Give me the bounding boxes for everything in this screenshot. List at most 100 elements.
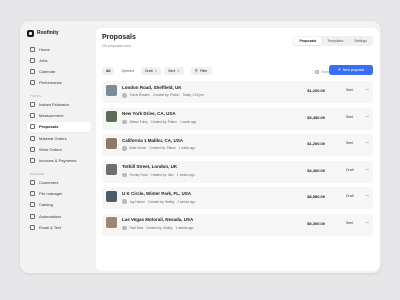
owner-name: Paul Diaz <box>129 226 144 231</box>
proposal-meta: Paul Diaz Created by: Brattly 1 weeks ago <box>122 225 193 231</box>
sidebar-item-home[interactable]: Home <box>27 44 91 54</box>
proposal-price: $4,400.00 <box>307 167 325 173</box>
proposal-row[interactable]: California 1 Malibu, CA, USA Briar House… <box>102 134 373 157</box>
close-icon[interactable]: ✕ <box>155 67 158 75</box>
home-icon <box>30 46 35 52</box>
more-options-icon[interactable]: ··· <box>366 220 370 226</box>
sidebar-item-label: File manager <box>39 191 63 197</box>
tab-templates[interactable]: Templates <box>322 37 348 45</box>
search-icon <box>315 70 319 74</box>
filter-chip-draft[interactable]: Draft ✕ <box>140 67 162 75</box>
sidebar-item-label: Instant Estimator <box>39 102 70 108</box>
sidebar: Roofinity Home Jobs Calendar Performance… <box>20 21 95 273</box>
timestamp: Today, 1:00 pm <box>182 93 204 98</box>
sidebar-item-work-orders[interactable]: Work Orders <box>27 144 91 154</box>
sidebar-item-file-manager[interactable]: File manager <box>27 189 91 199</box>
more-options-icon[interactable]: ··· <box>366 114 370 120</box>
sidebar-item-calendar[interactable]: Calendar <box>27 66 91 76</box>
proposal-address: California 1 Malibu, CA, USA <box>122 137 184 143</box>
proposal-meta: Allison Foley Created by: Platon 1 week ag… <box>122 119 196 125</box>
status-badge: Sent <box>346 141 354 146</box>
filter-chip-opened[interactable]: Opened <box>117 67 137 75</box>
property-thumbnail <box>106 111 117 123</box>
sidebar-item-material-orders[interactable]: Material Orders <box>27 133 91 143</box>
sidebar-item-label: Automations <box>39 213 62 219</box>
filter-bar: All Opened Draft ✕ Sent ✕ ⚲ Filter <box>102 66 212 76</box>
clipboard-icon <box>30 146 35 152</box>
timestamp: 1 week ago <box>178 146 196 151</box>
page-subtitle: 2/5 proposals sent <box>102 44 131 48</box>
proposal-address: London Road, Sheffield, UK <box>122 84 182 90</box>
automation-icon <box>30 213 35 219</box>
proposal-row[interactable]: Las Vegas Motorail, Nevada, USA Paul Dia… <box>102 213 373 236</box>
brand[interactable]: Roofinity <box>27 28 95 38</box>
proposal-address: U K Circle, Winter Park, FL, USA <box>122 190 191 196</box>
more-options-icon[interactable]: ··· <box>366 87 370 93</box>
sidebar-item-label: Proposals <box>39 124 59 130</box>
filter-label: Filter <box>199 69 208 73</box>
proposal-row[interactable]: U K Circle, Winter Park, FL, USA Jay Hor… <box>102 187 373 210</box>
sidebar-item-label: Catalog <box>39 202 53 208</box>
tab-proposals[interactable]: Proposals <box>294 37 322 45</box>
status-badge: Sent <box>346 88 354 92</box>
chip-label: Draft <box>144 69 153 73</box>
more-options-icon[interactable]: ··· <box>366 167 370 173</box>
sidebar-item-instant-estimator[interactable]: Instant Estimator <box>27 100 91 110</box>
sidebar-item-jobs[interactable]: Jobs <box>27 55 91 65</box>
sidebar-item-catalog[interactable]: Catalog <box>27 200 91 210</box>
logo-icon <box>27 29 34 37</box>
sidebar-item-invoices-payments[interactable]: Invoices & Payments <box>27 156 91 166</box>
created-by: Created by: Alex <box>150 173 174 178</box>
owner-name: Allison Foley <box>129 119 148 124</box>
property-thumbnail <box>106 217 117 229</box>
sidebar-item-automations[interactable]: Automations <box>27 211 91 221</box>
sidebar-item-label: Measurement <box>39 113 64 119</box>
created-by: Created by: Brattly <box>147 199 175 204</box>
proposal-meta: Briar House Created by: Platon 1 week ago <box>122 146 195 151</box>
filter-icon: ⚲ <box>194 68 198 73</box>
proposal-row[interactable]: London Road, Sheffield, UK Travis Rosari… <box>102 81 373 103</box>
owner-name: Finnley Todd <box>129 173 148 178</box>
created-by: Created by: Platon <box>149 146 176 151</box>
proposal-row[interactable]: New York Drive, CA, USA Allison Foley Cre… <box>102 107 373 130</box>
proposal-price: $8,580.00 <box>307 194 325 200</box>
users-icon <box>30 180 35 185</box>
filter-chip-sent[interactable]: Sent ✕ <box>164 67 184 75</box>
ruler-icon <box>30 113 35 119</box>
sidebar-item-label: Calendar <box>39 68 56 74</box>
created-by: Created by: Brattly <box>146 226 173 231</box>
document-icon <box>30 124 35 130</box>
sidebar-item-performance[interactable]: Performance <box>27 78 91 88</box>
app-window: Roofinity Home Jobs Calendar Performance… <box>20 21 381 273</box>
owner-name: Travis Rosario <box>129 93 150 98</box>
sidebar-item-proposals[interactable]: Proposals <box>27 121 91 132</box>
more-options-icon[interactable]: ··· <box>366 140 370 146</box>
more-options-icon[interactable]: ··· <box>366 193 370 199</box>
app-name: Roofinity <box>37 30 59 36</box>
sidebar-item-label: Jobs <box>39 57 48 63</box>
proposal-meta: Finnley Todd Created by: Alex 1 weeks ago <box>122 172 195 178</box>
catalog-icon <box>30 202 35 208</box>
sidebar-item-label: Work Orders <box>39 146 62 152</box>
proposal-address: New York Drive, CA, USA <box>122 111 176 117</box>
sidebar-item-measurement[interactable]: Measurement <box>27 111 91 121</box>
new-proposal-button[interactable]: + New proposal <box>329 65 373 75</box>
status-badge: Draft <box>346 194 354 199</box>
mail-icon <box>30 224 35 230</box>
filter-chip-all[interactable]: All <box>102 67 115 75</box>
close-icon[interactable]: ✕ <box>177 67 180 75</box>
sidebar-item-email-text[interactable]: Email & Text <box>27 222 91 232</box>
sidebar-item-label: Performance <box>39 80 62 86</box>
created-by: Created by: Platon <box>150 119 177 124</box>
tab-settings[interactable]: Settings <box>349 37 372 45</box>
sidebar-item-label: Email & Text <box>39 224 62 230</box>
briefcase-icon <box>30 57 35 63</box>
new-proposal-label: New proposal <box>342 68 365 72</box>
filter-button[interactable]: ⚲ Filter <box>190 67 212 75</box>
view-tabs: Proposals Templates Settings <box>293 36 373 46</box>
calendar-icon <box>30 68 35 74</box>
property-thumbnail <box>106 190 117 202</box>
sidebar-item-customers[interactable]: Customers <box>27 178 91 188</box>
plus-icon: + <box>337 66 341 73</box>
proposal-row[interactable]: Tothill Street, London, UK Finnley Todd C… <box>102 160 373 183</box>
